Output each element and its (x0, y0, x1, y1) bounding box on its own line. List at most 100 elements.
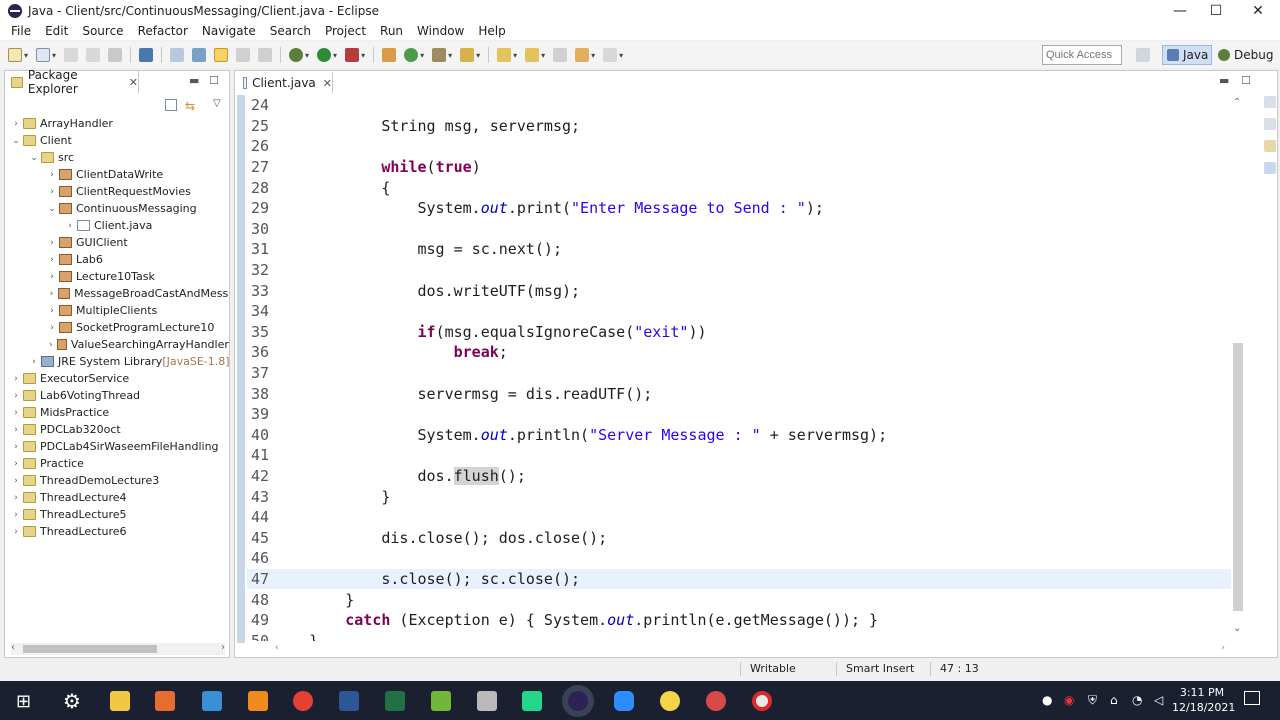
scroll-left-icon[interactable]: ‹ (11, 642, 15, 653)
android-studio-icon[interactable] (431, 691, 451, 711)
menu-file[interactable]: File (11, 24, 31, 38)
chevron-right-icon[interactable]: › (47, 323, 57, 333)
editor-horizontal-scrollbar[interactable]: ‹ › (275, 643, 1225, 655)
tree-item[interactable]: › Lab6 (5, 251, 229, 268)
chevron-down-icon[interactable]: ▾ (361, 51, 365, 60)
eclipse-taskbar-icon[interactable] (568, 691, 588, 711)
chevron-down-icon[interactable]: ▾ (448, 51, 452, 60)
tree-item[interactable]: › ThreadLecture4 (5, 489, 229, 506)
tree-item[interactable]: › Practice (5, 455, 229, 472)
minimize-button[interactable]: — (1160, 0, 1200, 22)
console-icon[interactable] (1264, 162, 1276, 174)
file-explorer-icon[interactable] (110, 691, 130, 711)
close-icon[interactable]: ✕ (129, 76, 138, 89)
external-tools-icon[interactable] (345, 48, 360, 62)
maximize-button[interactable]: ☐ (1196, 0, 1236, 22)
next-annotation-icon[interactable] (497, 48, 512, 62)
windows-start-icon[interactable]: ⊞ (16, 691, 31, 712)
perspective-java-button[interactable]: Java (1162, 45, 1212, 65)
code-line[interactable]: 42 dos.flush(); (247, 466, 1232, 487)
code-line[interactable]: 48 } (247, 589, 1232, 610)
code-line[interactable]: 32 (247, 260, 1232, 281)
menu-navigate[interactable]: Navigate (202, 24, 256, 38)
chevron-right-icon[interactable]: › (11, 442, 21, 452)
zoom-icon[interactable] (614, 691, 634, 711)
outline-icon[interactable] (1264, 96, 1276, 108)
tree-item[interactable]: › Lecture10Task (5, 268, 229, 285)
debug-icon[interactable] (192, 48, 207, 62)
tree-item[interactable]: › ThreadLecture5 (5, 506, 229, 523)
new-java-package-icon[interactable] (382, 48, 397, 62)
code-line[interactable]: 41 (247, 445, 1232, 466)
chevron-down-icon[interactable]: ▾ (420, 51, 424, 60)
menu-refactor[interactable]: Refactor (138, 24, 188, 38)
bug-icon[interactable] (289, 48, 304, 62)
code-line[interactable]: 39 (247, 404, 1232, 425)
scroll-down-icon[interactable]: ⌄ (1233, 623, 1241, 634)
chevron-down-icon[interactable]: ▾ (333, 51, 337, 60)
word-icon[interactable] (339, 691, 359, 711)
tree-item[interactable]: › PDCLab4SirWaseemFileHandling (5, 438, 229, 455)
code-editor[interactable]: 24 25 String msg, servermsg; 26 27 while(tr… (247, 95, 1232, 641)
new-icon[interactable] (8, 48, 22, 62)
perspective-debug-button[interactable]: Debug (1216, 45, 1278, 65)
scrollbar-thumb[interactable] (23, 645, 157, 653)
tree-item[interactable]: ⌄ ContinuousMessaging (5, 200, 229, 217)
code-line[interactable]: 50 } (247, 631, 1232, 641)
last-edit-icon[interactable] (553, 48, 568, 62)
editor-vertical-scrollbar[interactable]: ⌃ ⌄ (1231, 95, 1245, 643)
chevron-right-icon[interactable]: › (47, 170, 57, 180)
code-line[interactable]: 46 (247, 548, 1232, 569)
menu-search[interactable]: Search (270, 24, 311, 38)
chevron-right-icon[interactable]: › (11, 425, 21, 435)
code-line[interactable]: 43 } (247, 486, 1232, 507)
run-icon[interactable] (317, 48, 332, 62)
chevron-right-icon[interactable]: › (47, 289, 56, 299)
previous-annotation-icon[interactable] (525, 48, 540, 62)
code-line[interactable]: 40 System.out.println("Server Message : … (247, 425, 1232, 446)
chevron-right-icon[interactable]: › (65, 221, 75, 231)
code-line[interactable]: 37 (247, 363, 1232, 384)
scrollbar-thumb[interactable] (1233, 343, 1243, 611)
menu-project[interactable]: Project (325, 24, 366, 38)
collapse-all-icon[interactable] (165, 99, 177, 111)
chevron-right-icon[interactable]: › (47, 255, 57, 265)
cloud-icon[interactable] (706, 691, 726, 711)
chevron-down-icon[interactable]: ▾ (619, 51, 623, 60)
wifi-icon[interactable]: ◔ (1132, 693, 1142, 707)
chevron-right-icon[interactable]: › (11, 476, 21, 486)
open-type-icon[interactable] (432, 48, 447, 62)
chevron-right-icon[interactable]: › (11, 119, 21, 129)
code-line[interactable]: 34 (247, 301, 1232, 322)
chrome-icon[interactable] (293, 691, 313, 711)
chevron-right-icon[interactable]: › (11, 527, 21, 537)
tree-item[interactable]: › ValueSearchingArrayHandlerL (5, 336, 229, 353)
maximize-view-icon[interactable]: ☐ (1241, 74, 1251, 87)
menu-run[interactable]: Run (380, 24, 403, 38)
tree-item[interactable]: › ClientDataWrite (5, 166, 229, 183)
tree-item[interactable]: › MultipleClients (5, 302, 229, 319)
code-line[interactable]: 31 msg = sc.next(); (247, 239, 1232, 260)
search-icon[interactable] (460, 48, 475, 62)
tree-item[interactable]: › ClientRequestMovies (5, 183, 229, 200)
declaration-icon[interactable] (1264, 140, 1276, 152)
notifications-icon[interactable] (1244, 691, 1260, 705)
tree-item[interactable]: ⌄ src (5, 149, 229, 166)
code-line[interactable]: 33 dos.writeUTF(msg); (247, 280, 1232, 301)
tree-item[interactable]: › SocketProgramLecture10 (5, 319, 229, 336)
chevron-down-icon[interactable]: ▾ (305, 51, 309, 60)
security-icon[interactable]: ⛨ (1088, 693, 1097, 708)
record-icon[interactable] (752, 691, 772, 711)
microphone-icon[interactable]: ● (1042, 693, 1052, 707)
package-explorer-scrollbar[interactable]: ‹ › (11, 642, 225, 655)
code-line[interactable]: 29 System.out.print("Enter Message to Se… (247, 198, 1232, 219)
code-line[interactable]: 44 (247, 507, 1232, 528)
code-line[interactable]: 35 if(msg.equalsIgnoreCase("exit")) (247, 322, 1232, 343)
minimize-view-icon[interactable]: ▬ (1219, 74, 1229, 87)
code-line[interactable]: 27 while(true) (247, 157, 1232, 178)
menu-window[interactable]: Window (417, 24, 464, 38)
scroll-right-icon[interactable]: › (1221, 643, 1225, 655)
chevron-right-icon[interactable]: › (11, 391, 21, 401)
gear-icon[interactable]: ⚙ (63, 689, 81, 713)
minimize-view-icon[interactable]: ▬ (189, 74, 199, 87)
